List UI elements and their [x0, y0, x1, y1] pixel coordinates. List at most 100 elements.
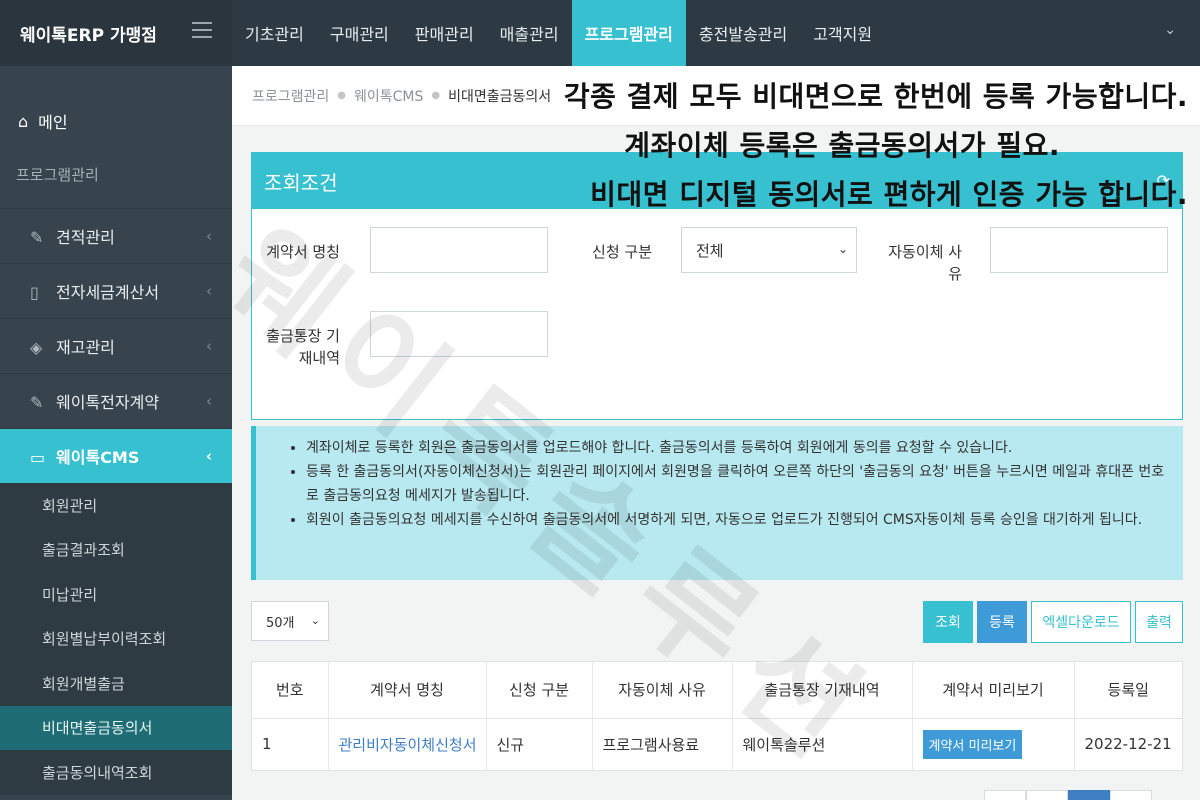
sidebar-sub-unpaid[interactable]: 미납관리 — [0, 572, 232, 617]
sidebar-sub-member[interactable]: 회원관리 — [0, 483, 232, 528]
cell-auto-reason: 프로그램사용료 — [592, 718, 733, 770]
breadcrumb-item[interactable]: 프로그램관리 — [252, 86, 329, 106]
brand-name: 웨이톡ERP 가맹점 — [20, 25, 157, 46]
sidebar-item-e-contract[interactable]: ✎ 웨이톡전자계약 ‹ — [0, 373, 232, 428]
layers-icon: ◈ — [30, 338, 43, 357]
bank-memo-input[interactable] — [370, 311, 548, 357]
search-button[interactable]: 조회 — [923, 601, 973, 643]
info-item: 등록 한 출금동의서(자동이체신청서)는 회원관리 페이지에서 회원명을 클릭하… — [306, 460, 1169, 508]
chevron-down-icon[interactable]: ⌄ — [1164, 22, 1176, 38]
table-header-row: 번호 계약서 명칭 신청 구분 자동이체 사유 출금통장 기재내역 계약서 미리… — [252, 662, 1182, 719]
print-button[interactable]: 출력 — [1135, 601, 1183, 643]
sidebar-sub-payment-history[interactable]: 회원별납부이력조회 — [0, 617, 232, 662]
phone-icon: ▯ — [30, 283, 39, 302]
column-header[interactable]: 등록일 — [1074, 662, 1182, 719]
nav-support[interactable]: 고객지원 — [800, 0, 885, 66]
column-header[interactable]: 번호 — [252, 662, 329, 719]
page-button-active[interactable] — [1068, 790, 1110, 800]
excel-download-button[interactable]: 엑셀다운로드 — [1031, 601, 1131, 643]
promo-line: 계좌이체 등록은 출금동의서가 필요. — [624, 129, 1060, 162]
contract-name-label: 계약서 명칭 — [266, 243, 340, 261]
brand-logo[interactable]: 웨이톡ERP 가맹점 — [0, 0, 232, 66]
nav-program[interactable]: 프로그램관리 — [571, 0, 686, 66]
column-header[interactable]: 계약서 미리보기 — [912, 662, 1075, 719]
promo-line: 각종 결제 모두 비대면으로 한번에 등록 가능합니다. — [563, 80, 1188, 113]
sidebar-item-tax-invoice[interactable]: ▯ 전자세금계산서 ‹ — [0, 263, 232, 318]
info-item: 회원이 출금동의요청 메세지를 수신하여 출금동의서에 서명하게 되면, 자동으… — [306, 508, 1169, 532]
sidebar-item-label: 웨이톡전자계약 — [56, 393, 160, 412]
sidebar-main-label: 메인 — [38, 113, 68, 132]
info-item: 계좌이체로 등록한 회원은 출금동의서를 업로드해야 합니다. 출금동의서를 등… — [306, 436, 1169, 460]
page-button[interactable] — [1026, 790, 1068, 800]
chevron-left-icon: ‹ — [205, 447, 212, 465]
results-table: 번호 계약서 명칭 신청 구분 자동이체 사유 출금통장 기재내역 계약서 미리… — [251, 661, 1183, 771]
chevron-down-icon: ⌄ — [310, 614, 320, 627]
nav-revenue[interactable]: 매출관리 — [487, 0, 572, 66]
cell-preview: 계약서 미리보기 — [912, 718, 1075, 770]
column-header[interactable]: 출금통장 기재내역 — [732, 662, 913, 719]
breadcrumb-separator-icon: ● — [337, 90, 347, 101]
sidebar-item-label: 견적관리 — [56, 228, 115, 247]
nav-purchase[interactable]: 구매관리 — [317, 0, 402, 66]
auto-reason-label-line2: 유 — [948, 265, 962, 283]
sidebar-sub-individual-withdraw[interactable]: 회원개별출금 — [0, 661, 232, 706]
cell-no: 1 — [252, 718, 329, 770]
column-header[interactable]: 자동이체 사유 — [592, 662, 733, 719]
sidebar-sub-consent-form[interactable]: 비대면출금동의서 — [0, 705, 232, 750]
auto-reason-input[interactable] — [990, 227, 1168, 273]
chevron-left-icon: ‹ — [206, 282, 212, 300]
auto-reason-label-line1: 자동이체 사 — [888, 243, 962, 261]
sidebar-sub-list: 회원관리 출금결과조회 미납관리 회원별납부이력조회 회원개별출금 비대면출금동… — [0, 483, 232, 795]
promo-line: 비대면 디지털 동의서로 편하게 인증 가능 합니다. — [590, 178, 1188, 211]
page-size-select[interactable]: 50개 ⌄ — [251, 601, 329, 641]
auto-reason-label: 자동이체 사 유 — [882, 241, 962, 285]
register-button[interactable]: 등록 — [977, 601, 1027, 643]
column-header[interactable]: 신청 구분 — [486, 662, 593, 719]
column-header[interactable]: 계약서 명칭 — [328, 662, 487, 719]
cell-contract-name-link[interactable]: 관리비자동이체신청서 — [328, 718, 487, 770]
contract-name-input[interactable] — [370, 227, 548, 273]
bank-memo-label-line2: 재내역 — [298, 349, 340, 367]
sidebar-item-label: 전자세금계산서 — [56, 283, 160, 302]
cell-apply-type: 신규 — [486, 718, 593, 770]
page-size-value: 50개 — [266, 615, 295, 631]
edit-icon: ✎ — [30, 393, 44, 412]
bank-memo-label: 출금통장 기 재내역 — [258, 325, 340, 369]
table-controls: 50개 ⌄ 조회 등록 엑셀다운로드 출력 — [251, 601, 1183, 643]
apply-type-select[interactable]: 전체 ⌄ — [681, 227, 857, 273]
apply-type-label: 신청 구분 — [592, 243, 652, 261]
cell-date: 2022-12-21 — [1084, 735, 1172, 754]
edit-icon: ✎ — [30, 228, 44, 247]
chevron-left-icon: ‹ — [206, 392, 212, 410]
sidebar-item-inventory[interactable]: ◈ 재고관리 ‹ — [0, 318, 232, 373]
bank-memo-label-line1: 출금통장 기 — [266, 327, 340, 345]
sidebar-item-estimate[interactable]: ✎ 견적관리 ‹ — [0, 208, 232, 263]
sidebar-sub-consent-history[interactable]: 출금동의내역조회 — [0, 750, 232, 795]
nav-charge-send[interactable]: 충전발송관리 — [686, 0, 800, 66]
menu-toggle-icon[interactable] — [192, 22, 212, 42]
info-notice: 계좌이체로 등록한 회원은 출금동의서를 업로드해야 합니다. 출금동의서를 등… — [251, 426, 1183, 580]
sidebar-section-title: 프로그램관리 — [16, 166, 99, 184]
promo-overlay-text: 각종 결제 모두 비대면으로 한번에 등록 가능합니다. 계좌이체 등록은 출금… — [564, 72, 1188, 219]
page-button[interactable] — [984, 790, 1026, 800]
nav-sales[interactable]: 판매관리 — [402, 0, 487, 66]
chevron-down-icon: ⌄ — [837, 242, 848, 256]
sidebar-item-cms[interactable]: ▭ 웨이톡CMS ‹ — [0, 428, 232, 483]
top-bar: 웨이톡ERP 가맹점 기초관리 구매관리 판매관리 매출관리 프로그램관리 충전… — [0, 0, 1200, 66]
home-icon: ⌂ — [18, 111, 29, 131]
preview-button[interactable]: 계약서 미리보기 — [922, 729, 1023, 759]
breadcrumb-separator-icon: ● — [431, 90, 441, 101]
chevron-left-icon: ‹ — [206, 337, 212, 355]
breadcrumb-item[interactable]: 웨이톡CMS — [354, 86, 423, 106]
chevron-left-icon: ‹ — [206, 227, 212, 245]
pagination — [984, 790, 1152, 800]
sidebar-item-main[interactable]: ⌂ 메인 — [0, 66, 232, 176]
sidebar-item-label: 웨이톡CMS — [56, 448, 140, 467]
nav-basic[interactable]: 기초관리 — [232, 0, 317, 66]
table-row[interactable]: 1 관리비자동이체신청서 신규 프로그램사용료 웨이톡솔루션 계약서 미리보기 … — [252, 718, 1182, 770]
card-icon: ▭ — [30, 448, 46, 467]
panel-title: 조회조건 — [264, 170, 338, 195]
page-button[interactable] — [1110, 790, 1152, 800]
sidebar-sub-withdraw-result[interactable]: 출금결과조회 — [0, 528, 232, 573]
breadcrumb-current: 비대면출금동의서 — [448, 88, 552, 105]
